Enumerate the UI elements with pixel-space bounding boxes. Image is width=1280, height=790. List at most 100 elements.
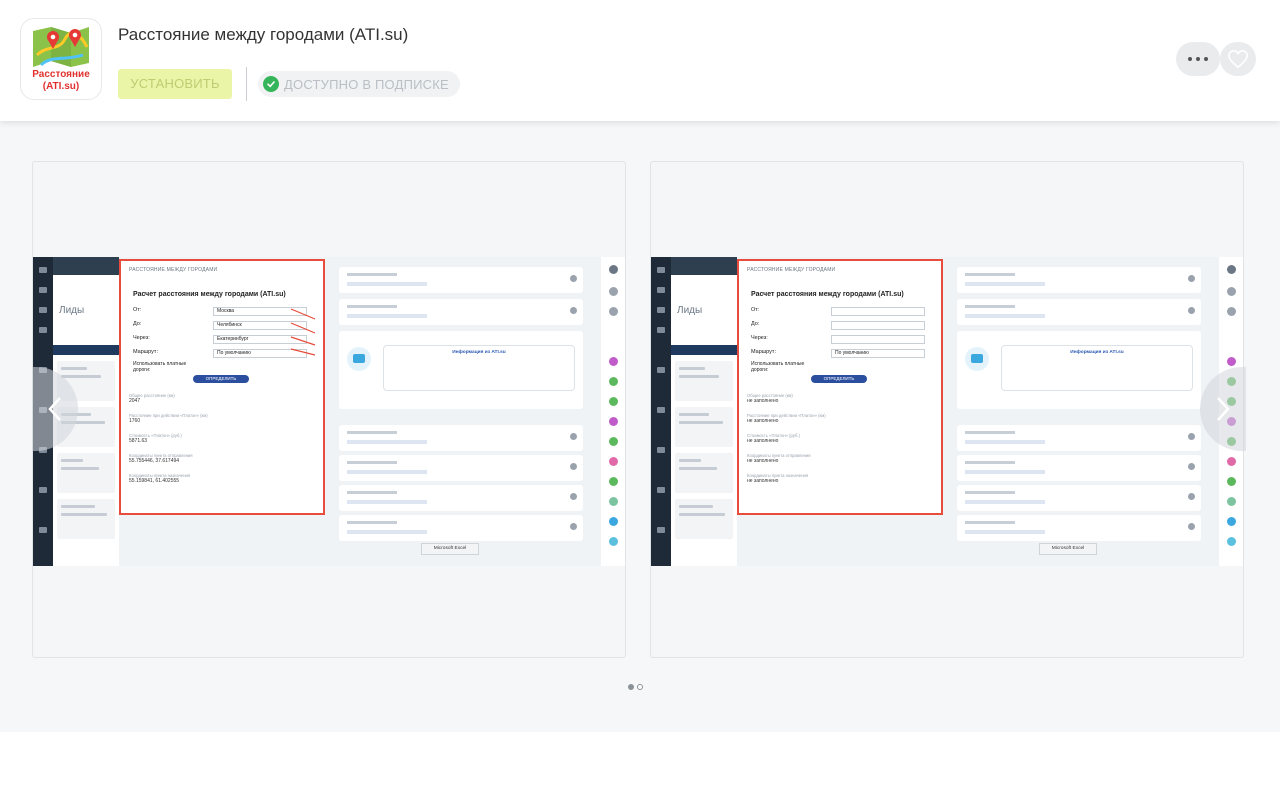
rail-icon bbox=[609, 397, 618, 406]
more-options-button[interactable] bbox=[1176, 42, 1220, 76]
app-screenshot: Лиды РАССТОЯНИЕ МЕЖДУ ГОРОДАМИ Расчет ра… bbox=[651, 257, 1243, 566]
panel-title: Расчет расстояния между городами (ATI.su… bbox=[133, 291, 286, 298]
field-from: От: Москва bbox=[133, 307, 313, 317]
app-icon-caption-line2: (ATI.su) bbox=[42, 81, 80, 92]
app-icon: Расстояние (ATI.su) bbox=[20, 18, 102, 100]
more-dot-icon bbox=[1196, 57, 1200, 61]
rail-icon bbox=[609, 537, 618, 546]
chevron-left-icon bbox=[48, 397, 61, 421]
app-icon-caption: Расстояние (ATI.su) bbox=[21, 69, 101, 93]
rail-icon bbox=[609, 457, 618, 466]
header-divider bbox=[246, 67, 247, 101]
ati-info-title: Информация из ATI.su bbox=[1070, 350, 1124, 355]
chat-icon bbox=[347, 347, 371, 371]
ati-info-title: Информация из ATI.su bbox=[452, 350, 506, 355]
screenshot-gallery: Лиды РАССТОЯНИЕ МЕЖДУ ГОРОДАМИ Расчет ра… bbox=[0, 121, 1280, 732]
lead-card bbox=[57, 453, 115, 493]
ati-info-box: Информация из ATI.su bbox=[1001, 345, 1193, 391]
excel-tooltip: Microsoft Excel bbox=[1039, 543, 1097, 555]
feed-item bbox=[957, 425, 1201, 451]
pagination-dot-active[interactable] bbox=[628, 684, 634, 690]
panel-title: Расчет расстояния между городами (ATI.su… bbox=[751, 291, 904, 298]
crm-logo-bar bbox=[53, 257, 119, 275]
rail-icon bbox=[609, 357, 618, 366]
field-label: Маршрут: bbox=[133, 349, 158, 355]
feed-item bbox=[339, 267, 583, 293]
field-label: До: bbox=[751, 321, 760, 327]
field-value-empty bbox=[831, 321, 925, 330]
chat-icon bbox=[39, 307, 47, 313]
panel-heading: РАССТОЯНИЕ МЕЖДУ ГОРОДАМИ bbox=[747, 267, 836, 273]
lead-card bbox=[675, 407, 733, 447]
rail-icon bbox=[609, 497, 618, 506]
check-icon bbox=[263, 76, 279, 92]
pagination-dot[interactable] bbox=[637, 684, 643, 690]
ati-info-card: Информация из ATI.su bbox=[957, 331, 1201, 409]
rail-icon bbox=[1227, 517, 1236, 526]
feed-item bbox=[957, 299, 1201, 325]
list-icon bbox=[657, 367, 665, 373]
rail-icon bbox=[609, 517, 618, 526]
result-destination-coords: Координаты пункта назначения 55.159841, 6… bbox=[129, 473, 191, 484]
field-toll-roads: Использовать платные дороги: bbox=[751, 361, 831, 373]
crm-leads-list: Лиды bbox=[671, 275, 737, 566]
gallery-slide-1[interactable]: Лиды РАССТОЯНИЕ МЕЖДУ ГОРОДАМИ Расчет ра… bbox=[32, 161, 626, 658]
result-platon-cost: Стоимость «Платон» (руб.) 5871.63 bbox=[129, 433, 182, 444]
field-to: До: bbox=[751, 321, 931, 331]
rail-icon bbox=[609, 307, 618, 316]
crm-left-sidebar bbox=[651, 257, 671, 566]
field-label: Через: bbox=[133, 335, 150, 341]
crm-column-header bbox=[53, 345, 119, 355]
ati-info-box: Информация из ATI.su bbox=[383, 345, 575, 391]
field-toll-roads: Использовать платные дороги: bbox=[133, 361, 213, 373]
field-value: По умолчанию bbox=[831, 349, 925, 358]
field-label: От: bbox=[751, 307, 760, 313]
field-label: Использовать платные дороги: bbox=[751, 361, 805, 373]
feed-item bbox=[339, 299, 583, 325]
result-origin-coords: Координаты пункта отправления 55.755446, … bbox=[129, 453, 193, 464]
favorite-button[interactable] bbox=[1220, 42, 1256, 76]
rail-icon bbox=[609, 287, 618, 296]
crm-column-header bbox=[671, 345, 737, 355]
feed-item bbox=[957, 455, 1201, 481]
feed-item bbox=[339, 455, 583, 481]
calculate-button: ОПРЕДЕЛИТЬ bbox=[811, 375, 867, 383]
activity-feed: Информация из ATI.su Microsoft Excel bbox=[947, 257, 1215, 566]
chat-icon bbox=[657, 307, 665, 313]
activity-feed: Информация из ATI.su Microsoft Excel bbox=[329, 257, 597, 566]
play-icon bbox=[39, 287, 47, 293]
rail-icon bbox=[609, 477, 618, 486]
right-icon-rail bbox=[601, 257, 625, 566]
lead-card bbox=[675, 453, 733, 493]
field-label: Через: bbox=[751, 335, 768, 341]
mail-icon bbox=[657, 447, 665, 453]
gallery-pagination bbox=[628, 684, 643, 690]
chevron-right-icon bbox=[1217, 397, 1230, 421]
rail-icon bbox=[1227, 497, 1236, 506]
rail-icon bbox=[1227, 307, 1236, 316]
subscription-badge: ДОСТУПНО В ПОДПИСКЕ bbox=[258, 71, 460, 97]
result-platon-distance: Расстояние при действии «Платон» (км) не … bbox=[747, 413, 826, 424]
field-label: Использовать платные дороги: bbox=[133, 361, 187, 373]
field-route: Маршрут: По умолчанию bbox=[133, 349, 313, 359]
field-from: От: bbox=[751, 307, 931, 317]
rail-icon bbox=[1227, 287, 1236, 296]
lead-card bbox=[675, 361, 733, 401]
grid-icon bbox=[657, 327, 665, 333]
field-label: До: bbox=[133, 321, 142, 327]
chat-icon bbox=[965, 347, 989, 371]
feed-item bbox=[339, 485, 583, 511]
chart-icon bbox=[39, 487, 47, 493]
distance-widget-panel: РАССТОЯНИЕ МЕЖДУ ГОРОДАМИ Расчет расстоя… bbox=[119, 259, 325, 515]
menu-icon bbox=[657, 267, 665, 273]
field-label: От: bbox=[133, 307, 142, 313]
app-title: Расстояние между городами (ATI.su) bbox=[118, 25, 409, 44]
install-button[interactable]: УСТАНОВИТЬ bbox=[118, 69, 232, 99]
result-platon-distance: Расстояние при действии «Платон» (км) 176… bbox=[129, 413, 208, 424]
rail-icon bbox=[1227, 477, 1236, 486]
gallery-slide-2[interactable]: Лиды РАССТОЯНИЕ МЕЖДУ ГОРОДАМИ Расчет ра… bbox=[650, 161, 1244, 658]
rail-icon bbox=[609, 417, 618, 426]
feed-item bbox=[957, 515, 1201, 541]
feed-item bbox=[957, 267, 1201, 293]
result-total-distance: Общее расстояние (км) 2047 bbox=[129, 393, 175, 404]
